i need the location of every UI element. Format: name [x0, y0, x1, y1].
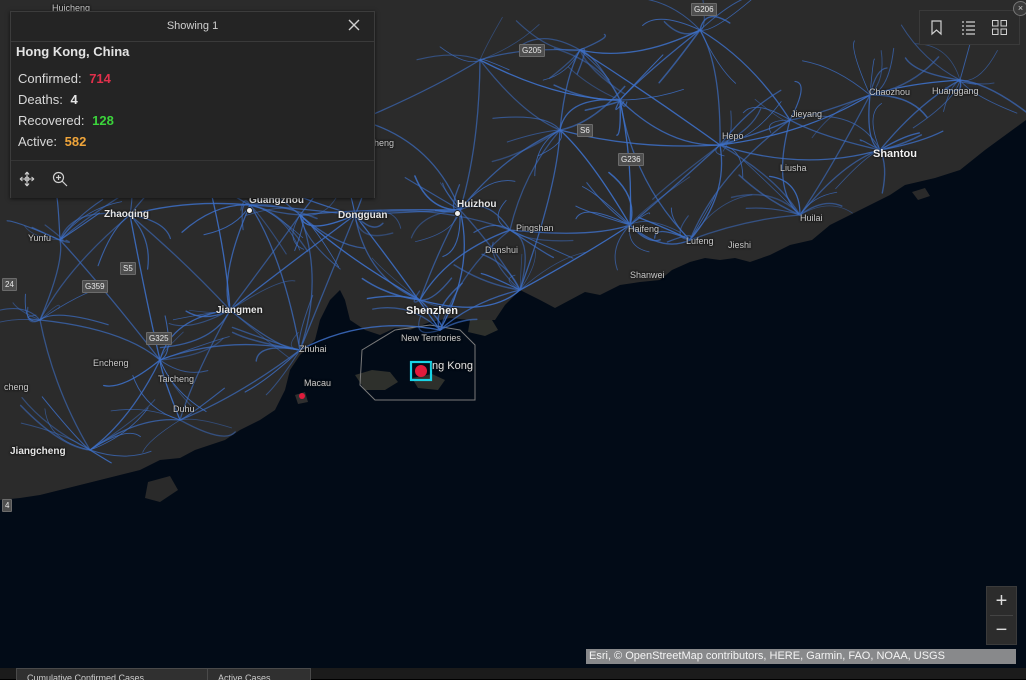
legend-list-icon[interactable] [960, 19, 977, 36]
shield-g236: G236 [618, 153, 644, 166]
label-cheng: cheng [4, 382, 29, 392]
shield-4: 4 [2, 499, 12, 512]
label-zhuhai: Zhuhai [299, 344, 327, 354]
stat-value-confirmed: 714 [89, 71, 111, 86]
label-pingshan: Pingshan [516, 223, 554, 233]
label-shantou: Shantou [873, 148, 917, 160]
label-jieyang: Jieyang [791, 109, 822, 119]
stat-active: Active: 582 [18, 134, 86, 149]
basemap-gallery-icon[interactable] [991, 19, 1008, 36]
label-chaozhou: Chaozhou [869, 87, 910, 97]
label-jiangmen: Jiangmen [216, 305, 263, 316]
label-zhaoqing: Zhaoqing [104, 209, 149, 220]
city-dot [246, 207, 253, 214]
stat-value-deaths: 4 [70, 92, 77, 107]
label-new-territories: New Territories [401, 333, 461, 343]
label-liusha: Liusha [780, 163, 807, 173]
label-taicheng: Taicheng [158, 374, 194, 384]
city-dot [454, 210, 461, 217]
shield-g359: G359 [82, 280, 108, 293]
shield-g205: G205 [519, 44, 545, 57]
close-panel-button[interactable]: × [1013, 1, 1026, 16]
label-duhu: Duhu [173, 404, 195, 414]
label-macau: Macau [304, 378, 331, 388]
label-huilai: Huilai [800, 213, 823, 223]
bookmark-icon[interactable] [928, 19, 945, 36]
shield-s5: S5 [120, 262, 136, 275]
popup-feature-count: Showing 1 [11, 20, 374, 32]
shield-g206: G206 [691, 3, 717, 16]
hk-case-marker [415, 365, 427, 377]
popup-actions [11, 160, 374, 198]
stat-label: Recovered: [18, 113, 84, 128]
stat-recovered: Recovered: 128 [18, 113, 114, 128]
zoom-control: + − [986, 586, 1017, 645]
shield-24: 24 [2, 278, 17, 291]
tab-active-cases[interactable]: Active Cases [207, 668, 311, 680]
stat-confirmed: Confirmed: 714 [18, 71, 111, 86]
label-heng: heng [374, 138, 394, 148]
popup-header: Showing 1 [11, 12, 374, 42]
feature-popup: Showing 1 Hong Kong, China Confirmed: 71… [10, 11, 375, 198]
label-hong-kong: ng Kong [432, 360, 473, 372]
label-jieshi: Jieshi [728, 240, 751, 250]
shield-s6: S6 [577, 124, 593, 137]
label-huanggang: Huanggang [932, 86, 979, 96]
shield-g325: G325 [146, 332, 172, 345]
stat-label: Active: [18, 134, 57, 149]
label-shenzhen: Shenzhen [406, 305, 458, 317]
zoom-to-icon[interactable] [52, 171, 68, 187]
stat-value-active: 582 [65, 134, 87, 149]
pan-icon[interactable] [19, 171, 35, 187]
map-toolbar [919, 10, 1020, 45]
label-jiangcheng: Jiangcheng [10, 446, 66, 457]
label-shanwei: Shanwei [630, 270, 665, 280]
label-yunfu: Yunfu [28, 233, 51, 243]
stat-label: Deaths: [18, 92, 63, 107]
popup-title: Hong Kong, China [16, 44, 129, 59]
macau-case-marker [299, 393, 305, 399]
zoom-in-button[interactable]: + [987, 587, 1016, 615]
stat-label: Confirmed: [18, 71, 82, 86]
label-haifeng: Haifeng [628, 224, 659, 234]
stat-value-recovered: 128 [92, 113, 114, 128]
label-lufeng: Lufeng [686, 236, 714, 246]
label-huizhou: Huizhou [457, 199, 496, 210]
label-dongguan: Dongguan [338, 210, 387, 221]
label-encheng: Encheng [93, 358, 129, 368]
zoom-out-button[interactable]: − [987, 616, 1016, 644]
bottom-tabs: Cumulative Confirmed Cases Active Cases [0, 668, 1026, 679]
label-hepo: Hepo [722, 131, 744, 141]
close-icon[interactable] [346, 17, 362, 33]
label-danshui: Danshui [485, 245, 518, 255]
stat-deaths: Deaths: 4 [18, 92, 78, 107]
attribution: Esri, © OpenStreetMap contributors, HERE… [586, 649, 1016, 664]
tab-cumulative-confirmed[interactable]: Cumulative Confirmed Cases [16, 668, 213, 680]
